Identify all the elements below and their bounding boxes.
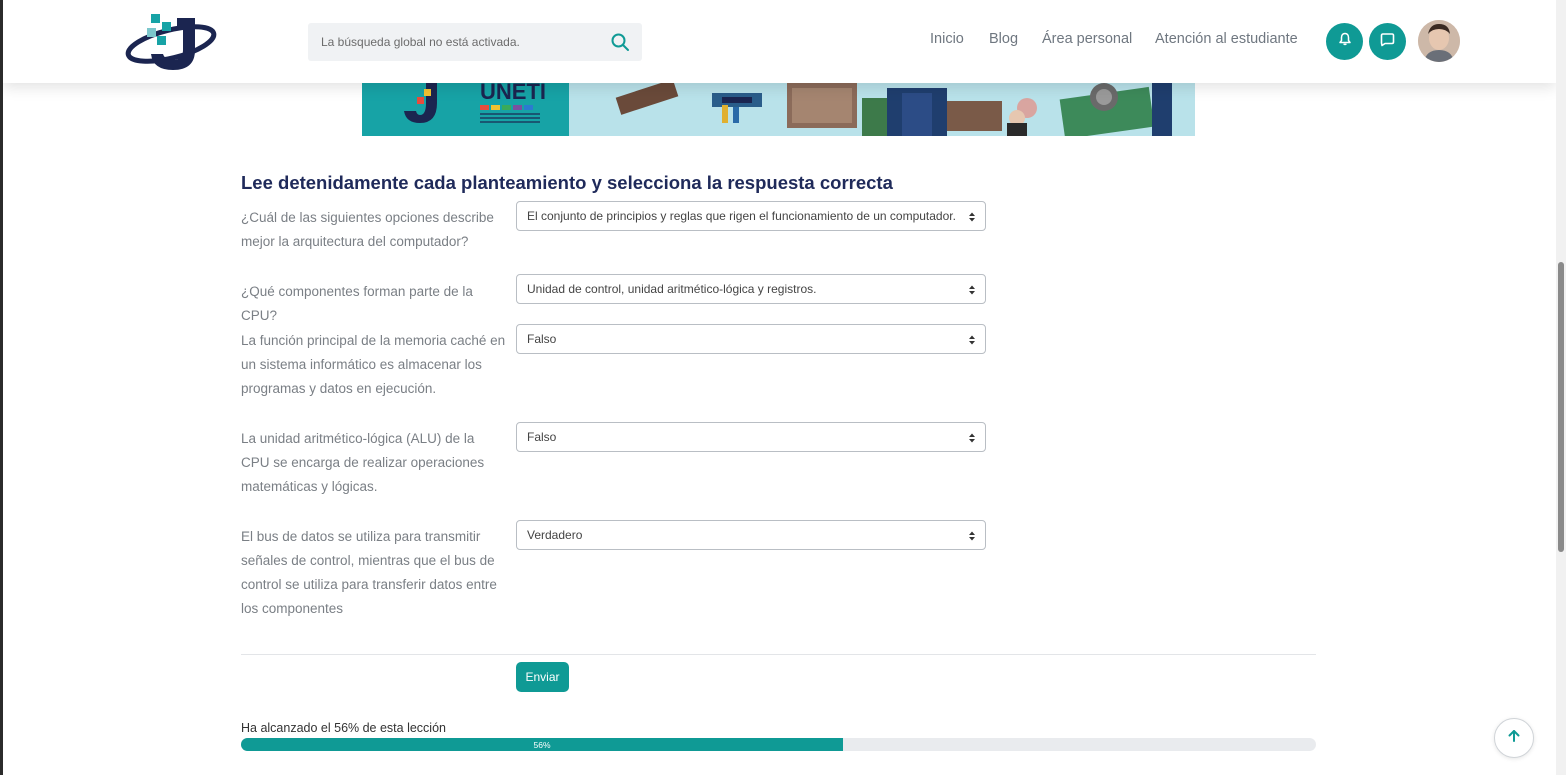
site-logo[interactable] — [125, 10, 219, 74]
question-5-text: El bus de datos se utiliza para transmit… — [241, 529, 497, 616]
question-2-text: ¿Qué componentes forman parte de la CPU? — [241, 284, 473, 323]
question-2-selected: Unidad de control, unidad aritmético-lóg… — [527, 282, 817, 296]
bell-icon — [1338, 32, 1352, 51]
site-header: La búsqueda global no está activada. Ini… — [3, 0, 1556, 83]
question-3-text: La función principal de la memoria caché… — [241, 333, 506, 396]
select-caret-icon — [968, 210, 976, 224]
search-icon[interactable] — [610, 32, 630, 52]
select-caret-icon — [968, 529, 976, 543]
question-3-selected: Falso — [527, 332, 557, 346]
nav-blog[interactable]: Blog — [989, 31, 1018, 47]
progress-percent-text: 56% — [533, 739, 551, 750]
select-caret-icon — [968, 431, 976, 445]
submit-button[interactable]: Enviar — [516, 662, 569, 692]
select-caret-icon — [968, 283, 976, 297]
question-3-select[interactable]: Falso — [516, 324, 986, 354]
question-2-select[interactable]: Unidad de control, unidad aritmético-lóg… — [516, 274, 986, 304]
select-caret-icon — [968, 333, 976, 347]
messages-button[interactable] — [1369, 23, 1406, 60]
global-search[interactable]: La búsqueda global no está activada. — [308, 23, 642, 61]
arrow-up-icon — [1507, 729, 1521, 748]
question-4-select[interactable]: Falso — [516, 422, 986, 452]
progress-label: Ha alcanzado el 56% de esta lección — [241, 721, 446, 735]
notifications-button[interactable] — [1326, 23, 1363, 60]
back-to-top-button[interactable] — [1494, 718, 1534, 758]
question-1-text: ¿Cuál de las siguientes opciones describ… — [241, 210, 494, 249]
chat-icon — [1380, 32, 1395, 52]
course-banner: UNETI — [362, 83, 1195, 136]
nav-atencion-estudiante[interactable]: Atención al estudiante — [1155, 31, 1298, 47]
progress-bar: 56% — [241, 738, 1316, 751]
nav-area-personal[interactable]: Área personal — [1042, 31, 1132, 47]
window-frame — [0, 0, 3, 775]
search-placeholder: La búsqueda global no está activada. — [321, 35, 520, 49]
question-4-text: La unidad aritmético-lógica (ALU) de la … — [241, 431, 485, 494]
quiz-title: Lee detenidamente cada planteamiento y s… — [241, 172, 893, 193]
banner-logo-text: UNETI — [480, 83, 546, 104]
question-1-selected: El conjunto de principios y reglas que r… — [527, 209, 956, 223]
user-avatar[interactable] — [1418, 20, 1460, 62]
scrollbar-thumb[interactable] — [1558, 262, 1564, 552]
question-4-selected: Falso — [527, 430, 557, 444]
question-5-selected: Verdadero — [527, 528, 583, 542]
progress-fill: 56% — [241, 738, 843, 751]
question-1-select[interactable]: El conjunto de principios y reglas que r… — [516, 201, 986, 231]
form-divider — [241, 654, 1316, 655]
nav-inicio[interactable]: Inicio — [930, 31, 964, 47]
question-5-select[interactable]: Verdadero — [516, 520, 986, 550]
